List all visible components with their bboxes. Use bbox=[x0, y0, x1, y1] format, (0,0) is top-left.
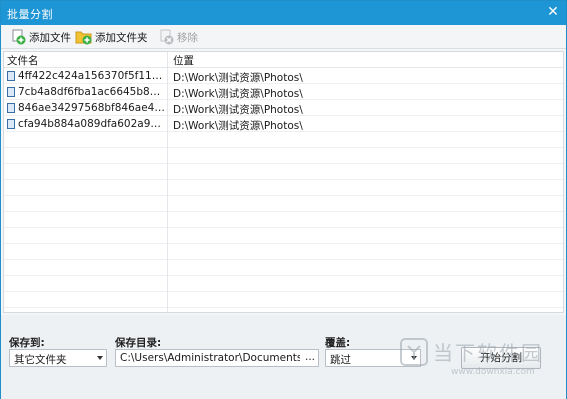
remove-icon bbox=[160, 29, 174, 45]
file-name: 4ff422c424a156370f5f119a1... bbox=[18, 70, 165, 82]
title-bar: 批量分割 ✕ bbox=[1, 1, 566, 25]
save-dir-field[interactable]: C:\Users\Administrator\Documents\ ... bbox=[115, 349, 319, 367]
file-list[interactable]: 文件名 位置 4ff422c424a156370f5f119a1... D:\W… bbox=[3, 51, 564, 313]
remove-label: 移除 bbox=[177, 31, 198, 44]
image-file-icon bbox=[7, 87, 15, 97]
image-file-icon bbox=[7, 119, 15, 129]
file-location: D:\Work\测试资源\Photos\ bbox=[173, 72, 303, 84]
close-button[interactable]: ✕ bbox=[544, 3, 562, 21]
overwrite-value: 跳过 bbox=[330, 354, 351, 366]
file-location: D:\Work\测试资源\Photos\ bbox=[173, 88, 303, 100]
file-name-cell: cfa94b884a089dfa602a97e2e... bbox=[7, 118, 165, 130]
image-file-icon bbox=[7, 103, 15, 113]
overwrite-select[interactable]: 跳过 bbox=[325, 349, 421, 367]
save-to-value: 其它文件夹 bbox=[14, 354, 67, 366]
file-list-header: 文件名 位置 bbox=[4, 52, 563, 68]
file-name-cell: 4ff422c424a156370f5f119a1... bbox=[7, 70, 165, 82]
image-file-icon bbox=[7, 71, 15, 81]
start-split-button[interactable]: 开始分割 bbox=[461, 347, 541, 369]
file-name: 7cb4a8df6fba1ac6645b81838... bbox=[18, 86, 165, 98]
overwrite-label: 覆盖: bbox=[325, 337, 351, 349]
table-row[interactable]: 7cb4a8df6fba1ac6645b81838... D:\Work\测试资… bbox=[4, 85, 563, 101]
save-to-label: 保存到: bbox=[9, 337, 45, 349]
toolbar: 添加文件 添加文件夹 移除 bbox=[1, 25, 566, 49]
add-folder-icon bbox=[75, 31, 92, 45]
remove-button[interactable]: 移除 bbox=[159, 28, 198, 46]
add-folder-label: 添加文件夹 bbox=[95, 31, 148, 44]
save-to-select[interactable]: 其它文件夹 bbox=[9, 349, 107, 367]
file-location: D:\Work\测试资源\Photos\ bbox=[173, 120, 303, 132]
chevron-down-icon bbox=[411, 356, 417, 360]
add-file-icon bbox=[12, 29, 26, 45]
file-location: D:\Work\测试资源\Photos\ bbox=[173, 104, 303, 116]
add-folder-button[interactable]: 添加文件夹 bbox=[75, 28, 148, 46]
options-panel: 保存到: 其它文件夹 保存目录: C:\Users\Administrator\… bbox=[1, 315, 566, 399]
chevron-down-icon bbox=[97, 356, 103, 360]
file-name: cfa94b884a089dfa602a97e2e... bbox=[18, 118, 165, 130]
column-header-filename[interactable]: 文件名 bbox=[7, 53, 39, 68]
save-dir-label: 保存目录: bbox=[115, 337, 162, 349]
window-title: 批量分割 bbox=[7, 8, 53, 21]
add-file-button[interactable]: 添加文件 bbox=[11, 28, 71, 46]
file-name: 846ae34297568bf846ae4f0b... bbox=[18, 102, 165, 114]
table-row[interactable]: 846ae34297568bf846ae4f0b... D:\Work\测试资源… bbox=[4, 101, 563, 117]
file-name-cell: 7cb4a8df6fba1ac6645b81838... bbox=[7, 86, 165, 98]
file-name-cell: 846ae34297568bf846ae4f0b... bbox=[7, 102, 165, 114]
column-header-location[interactable]: 位置 bbox=[173, 53, 194, 68]
table-row[interactable]: cfa94b884a089dfa602a97e2e... D:\Work\测试资… bbox=[4, 117, 563, 133]
browse-button[interactable]: ... bbox=[305, 351, 315, 363]
save-dir-value: C:\Users\Administrator\Documents\ bbox=[120, 352, 300, 364]
add-file-label: 添加文件 bbox=[29, 31, 71, 44]
table-row[interactable]: 4ff422c424a156370f5f119a1... D:\Work\测试资… bbox=[4, 69, 563, 85]
batch-split-window: 批量分割 ✕ 添加文件 添加文件夹 移除 文件名 位置 4ff422c424a1… bbox=[0, 0, 567, 399]
